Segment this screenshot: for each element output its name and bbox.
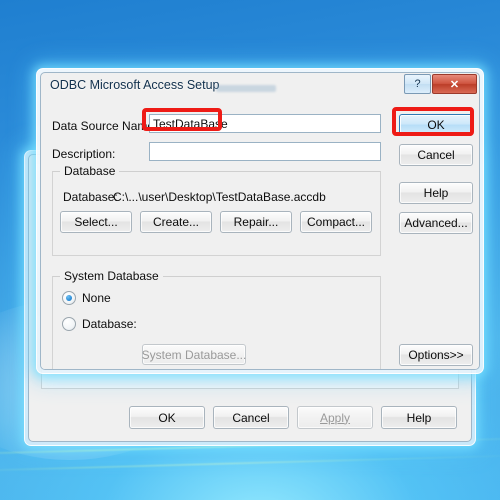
titlebar-button-group: ? ✕ bbox=[404, 74, 477, 94]
desktop-background: on this machine, including NT services. … bbox=[0, 0, 500, 500]
select-button[interactable]: Select... bbox=[60, 211, 132, 233]
odbc-setup-dialog-window[interactable]: ODBC Microsoft Access Setup ? ✕ Data Sou… bbox=[36, 68, 484, 374]
radio-system-database-database[interactable]: Database: bbox=[62, 317, 137, 331]
background-apply-label: Apply bbox=[319, 410, 351, 425]
advanced-button[interactable]: Advanced... bbox=[399, 212, 473, 234]
database-path-value: C:\...\user\Desktop\TestDataBase.accdb bbox=[113, 190, 326, 204]
description-input[interactable] bbox=[149, 142, 381, 161]
data-source-name-input[interactable]: TestDataBase bbox=[149, 114, 381, 133]
background-cancel-button[interactable]: Cancel bbox=[213, 406, 289, 429]
background-dialog-button-row: OK Cancel Apply Help bbox=[129, 406, 457, 429]
help-icon[interactable]: ? bbox=[404, 74, 431, 94]
options-button[interactable]: Options>> bbox=[399, 344, 473, 366]
database-path-label: Database: bbox=[63, 190, 118, 204]
odbc-dialog-client: ODBC Microsoft Access Setup ? ✕ Data Sou… bbox=[40, 72, 480, 370]
background-apply-button: Apply bbox=[297, 406, 373, 429]
background-ok-button[interactable]: OK bbox=[129, 406, 205, 429]
cancel-button[interactable]: Cancel bbox=[399, 144, 473, 166]
help-button[interactable]: Help bbox=[399, 182, 473, 204]
radio-label-database: Database: bbox=[82, 317, 137, 331]
titlebar-ghost-artifact bbox=[216, 85, 276, 92]
odbc-dialog-titlebar[interactable]: ODBC Microsoft Access Setup ? ✕ bbox=[41, 73, 479, 99]
odbc-dialog-body: Data Source Name: TestDataBase Descripti… bbox=[41, 99, 479, 369]
description-label: Description: bbox=[52, 147, 116, 161]
create-button[interactable]: Create... bbox=[140, 211, 212, 233]
repair-button[interactable]: Repair... bbox=[220, 211, 292, 233]
radio-system-database-none[interactable]: None bbox=[62, 291, 111, 305]
odbc-dialog-title: ODBC Microsoft Access Setup bbox=[50, 78, 220, 92]
close-icon[interactable]: ✕ bbox=[432, 74, 477, 94]
compact-button[interactable]: Compact... bbox=[300, 211, 372, 233]
odbc-dialog-frame: ODBC Microsoft Access Setup ? ✕ Data Sou… bbox=[36, 68, 484, 374]
system-database-groupbox-title: System Database bbox=[60, 269, 163, 283]
background-help-button[interactable]: Help bbox=[381, 406, 457, 429]
radio-label-none: None bbox=[82, 291, 111, 305]
data-source-name-label: Data Source Name: bbox=[52, 119, 158, 133]
desktop-light-streak-secondary bbox=[0, 453, 500, 473]
radio-icon-database bbox=[62, 317, 76, 331]
ok-button[interactable]: OK bbox=[399, 114, 473, 136]
database-groupbox-title: Database bbox=[60, 164, 120, 178]
system-database-button: System Database... bbox=[142, 344, 246, 365]
radio-icon-none bbox=[62, 291, 76, 305]
